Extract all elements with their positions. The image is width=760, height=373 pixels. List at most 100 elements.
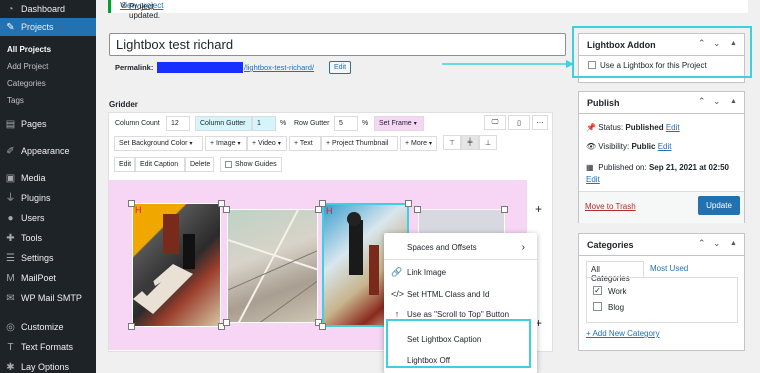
media-icon: ▣ [5,172,16,184]
visibility-edit-link[interactable]: Edit [658,142,672,151]
lightbox-addon-highlight [572,26,752,78]
sidebar-item-text-formats[interactable]: T Text Formats [0,338,96,356]
align-middle-button[interactable]: ╪ [461,135,479,150]
toggle-panel-icon[interactable]: ▲ [730,98,737,105]
resize-handle[interactable] [319,200,326,207]
sidebar-item-pages[interactable]: ▤ Pages [0,115,96,133]
resize-handle[interactable] [223,206,230,213]
sidebar-item-mailpoet[interactable]: M MailPoet [0,269,96,287]
annotation-arrow [442,60,574,68]
tab-all-categories[interactable]: All Categories [586,261,644,283]
sidebar-sub-categories[interactable]: Categories [7,79,46,88]
show-guides-toggle[interactable]: Show Guides [220,157,282,172]
publish-panel: Publish ⌃ ⌄ ▲ 📌 Status: Published Edit 👁… [578,91,745,223]
sidebar-item-dashboard[interactable]: ◔ Dashboard [0,0,96,18]
resize-handle[interactable] [501,206,508,213]
set-frame-button[interactable]: Set Frame ▾ [374,116,424,131]
sidebar-item-settings[interactable]: ☰ Settings [0,249,96,267]
resize-handle[interactable] [405,200,412,207]
chevron-up-icon[interactable]: ⌃ [698,96,706,107]
mobile-view-button[interactable]: ▯ [508,115,530,130]
sidebar-item-plugins[interactable]: ⏚ Plugins [0,189,96,207]
column-count-input[interactable]: 12 [166,116,190,131]
resize-handle[interactable] [414,206,421,213]
status-row: 📌 Status: Published Edit [586,123,680,132]
sidebar-sub-add-project[interactable]: Add Project [7,62,48,71]
column-gutter-label: Column Gutter [195,116,252,131]
more-options-button[interactable]: ⋯ [532,115,548,130]
edit-caption-button[interactable]: Edit Caption [135,157,185,172]
pin-icon: ✎ [6,21,15,33]
desktop-view-button[interactable]: 🖵 [484,115,506,130]
status-edit-link[interactable]: Edit [666,123,680,132]
eye-icon: 👁 [586,142,597,151]
pin-icon: 📌 [586,123,596,132]
sidebar-item-users[interactable]: ● Users [0,209,96,227]
column-gutter-input[interactable]: 1 [252,116,276,131]
code-icon: </> [391,289,405,299]
resize-handle[interactable] [315,206,322,213]
mail-icon: ✉ [6,292,15,304]
category-checkbox-blog[interactable] [593,302,602,311]
add-more-button[interactable]: + More ▾ [400,136,437,151]
align-bottom-button[interactable]: ⊥ [479,135,497,150]
resize-handle[interactable] [223,319,230,326]
sidebar-item-lay-options[interactable]: ✱ Lay Options [0,358,96,373]
add-image-button[interactable]: + Image ▾ [205,136,247,151]
admin-sidebar: ◔ Dashboard ✎ Projects All Projects Add Pr… [0,0,96,373]
chevron-up-icon[interactable]: ⌃ [698,238,706,249]
sidebar-item-customize[interactable]: ◎ Customize [0,318,96,336]
permalink-redacted [157,62,243,73]
align-top-button[interactable]: ⊤ [443,135,461,150]
grid-image-2[interactable] [227,209,318,323]
menu-item-html-class-id[interactable]: </> Set HTML Class and Id [384,285,537,303]
grid-image-1[interactable]: H [132,203,221,327]
sidebar-item-appearance[interactable]: ✐ Appearance [0,142,96,160]
sidebar-item-media[interactable]: ▣ Media [0,169,96,187]
add-project-thumbnail-button[interactable]: + Project Thumbnail [321,136,398,151]
show-guides-checkbox[interactable] [225,161,232,168]
add-text-button[interactable]: + Text [289,136,321,151]
category-checkbox-work[interactable]: ✓ [593,286,602,295]
edit-button[interactable]: Edit [114,157,135,172]
resize-handle[interactable] [128,323,135,330]
chevron-down-icon[interactable]: ⌄ [713,96,721,107]
chevron-down-icon[interactable]: ⌄ [713,238,721,249]
resize-handle[interactable] [128,200,135,207]
post-title-input[interactable]: Lightbox test richard [109,33,566,56]
dismiss-icon[interactable]: ⊗ [120,0,741,11]
menu-item-spaces-offsets[interactable]: Spaces and Offsets › [384,238,537,256]
ellipsis-icon: ⋯ [536,119,544,127]
options-icon: ✱ [6,361,15,373]
sidebar-item-projects[interactable]: ✎ Projects [0,18,96,36]
update-button[interactable]: Update [698,196,740,215]
sidebar-item-tools[interactable]: ✚ Tools [0,229,96,247]
toggle-panel-icon[interactable]: ▲ [730,240,737,247]
add-video-button[interactable]: + Video ▾ [247,136,287,151]
mobile-icon: ▯ [517,119,521,127]
tab-most-used[interactable]: Most Used [650,264,688,273]
move-to-trash-link[interactable]: Move to Trash [585,202,636,211]
caret-down-icon: ▾ [413,121,417,127]
set-background-color-button[interactable]: Set Background Color ▾ [114,136,203,151]
category-list: ✓ Work Blog [586,277,738,323]
permalink-edit-button[interactable]: Edit [329,61,351,74]
add-row-above-button[interactable]: + [535,202,542,216]
permalink-slug-link[interactable]: /lightbox-test-richard/ [244,63,314,72]
caret-down-icon: ▾ [237,141,241,147]
row-gutter-input[interactable]: 5 [334,116,358,131]
mailpoet-icon: M [6,272,15,284]
arrow-up-icon: ↑ [394,309,400,319]
svg-text:H: H [135,205,142,215]
add-new-category-link[interactable]: + Add New Category [586,329,660,338]
published-on-edit-link[interactable]: Edit [586,175,600,184]
column-gutter-unit: % [280,120,287,127]
resize-handle[interactable] [319,323,326,330]
sidebar-item-wp-mail-smtp[interactable]: ✉ WP Mail SMTP [0,289,96,307]
sidebar-sub-all-projects[interactable]: All Projects [7,45,51,54]
delete-button[interactable]: Delete [185,157,214,172]
sidebar-sub-tags[interactable]: Tags [7,96,24,105]
row-gutter-unit: % [362,120,369,127]
align-top-icon: ⊤ [448,139,456,147]
menu-item-link-image[interactable]: 🔗 Link Image [384,263,537,281]
